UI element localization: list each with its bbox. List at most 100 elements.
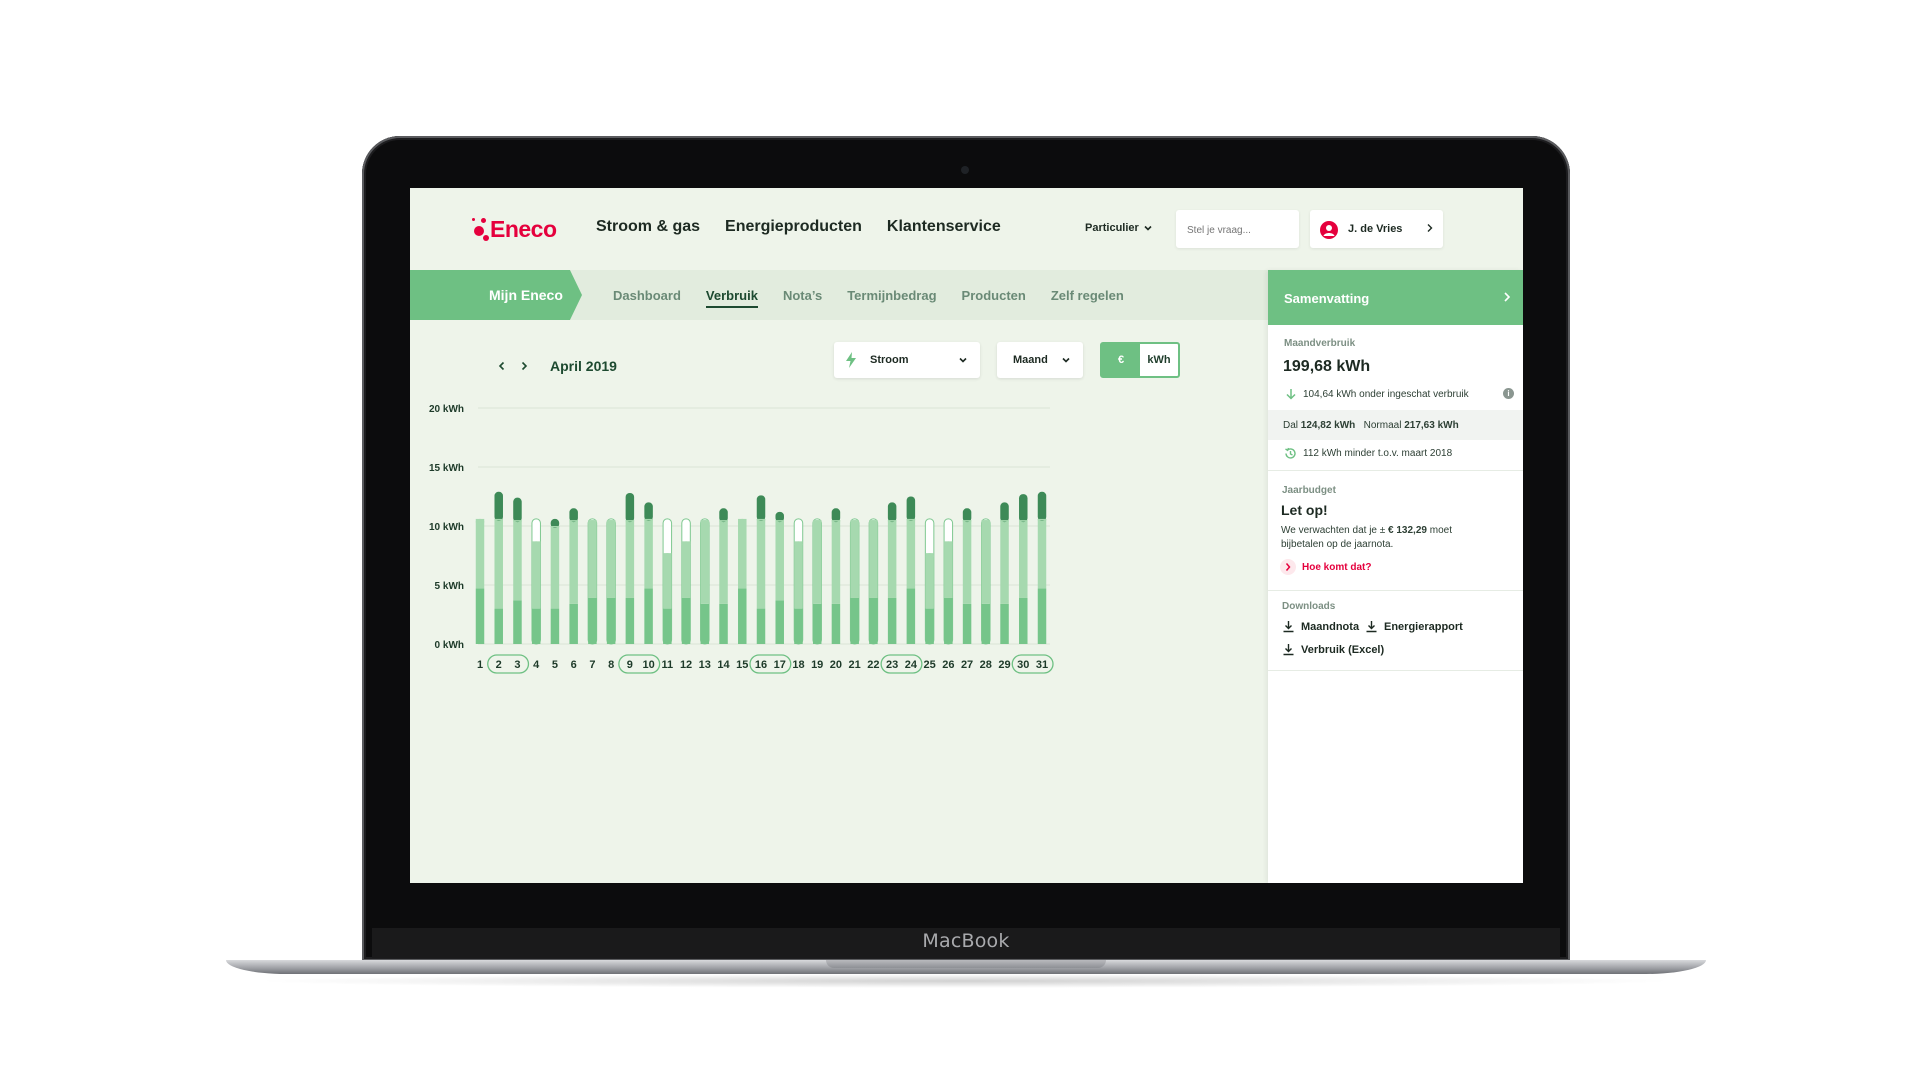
dal-normaal-text: Dal 124,82 kWh Normaal 217,63 kWh [1283, 420, 1459, 431]
summary-header[interactable]: Samenvatting [1268, 270, 1523, 325]
x-tick-label: 13 [699, 659, 711, 671]
download-label: Maandnota [1301, 620, 1360, 633]
tab-dashboard[interactable]: Dashboard [613, 288, 681, 308]
bar-segment-low [775, 600, 784, 644]
chevron-left-icon[interactable] [496, 360, 508, 372]
y-tick-label: 15 kWh [429, 463, 464, 474]
bar-joint [1000, 520, 1009, 522]
download-verbruik-excel[interactable]: Verbruik (Excel) [1282, 643, 1384, 656]
eneco-logo[interactable]: Eneco [472, 215, 557, 243]
laptop-notch [826, 960, 1106, 968]
bar-segment-mid [831, 520, 841, 604]
unit-euro-button[interactable]: € [1102, 344, 1140, 376]
main-nav: Stroom & gas Energieproducten Klantenser… [596, 218, 1001, 236]
normaal-value: 217,63 kWh [1404, 420, 1459, 431]
camera [961, 166, 969, 174]
bar-segment-top [1037, 491, 1047, 521]
budget-text-3: bijbetalen op de jaarnota. [1281, 539, 1394, 550]
x-tick-label: 28 [980, 659, 992, 671]
user-avatar-icon [1320, 221, 1338, 239]
x-tick-label: 21 [849, 659, 861, 671]
download-maandnota[interactable]: Maandnota [1282, 620, 1359, 633]
download-label: Verbruik (Excel) [1301, 643, 1385, 656]
y-tick-label: 20 kWh [429, 404, 464, 415]
bar-segment-mid [756, 518, 766, 609]
bar-segment-mid [1019, 520, 1028, 598]
bar-segment-top [1019, 494, 1028, 523]
x-tick-label: 27 [961, 659, 973, 671]
chevron-down-icon [959, 357, 967, 363]
bar-segment-low [588, 597, 597, 644]
x-tick-label: 30 [1017, 659, 1029, 671]
search-input[interactable] [1185, 224, 1299, 237]
tab-termijnbedrag[interactable]: Termijnbedrag [847, 288, 936, 308]
bar-segment-low [494, 608, 503, 644]
x-tick-label: 12 [680, 659, 692, 671]
x-tick-label: 24 [905, 659, 918, 671]
budget-amount: € 132,29 [1388, 525, 1427, 536]
bar-segment-low [719, 603, 728, 644]
mijn-eneco-tab[interactable]: Mijn Eneco [410, 270, 582, 320]
tab-producten[interactable]: Producten [962, 288, 1026, 308]
tab-zelf-regelen[interactable]: Zelf regelen [1051, 288, 1124, 308]
bar-segment-mid [738, 518, 747, 589]
user-menu-button[interactable]: J. de Vries [1310, 210, 1443, 248]
sub-nav-tabs: Dashboard Verbruik Nota’s Termijnbedrag … [613, 288, 1124, 308]
bar-joint [644, 518, 653, 521]
segment-selector[interactable]: Particulier [1085, 222, 1153, 234]
bar-segment-mid [625, 520, 635, 598]
bar-joint [1019, 520, 1028, 522]
bar-segment-low [869, 597, 878, 644]
tab-notas[interactable]: Nota’s [783, 288, 822, 308]
tab-verbruik[interactable]: Verbruik [705, 288, 758, 308]
energy-type-value: Stroom [870, 354, 909, 366]
chevron-down-icon [1062, 357, 1070, 363]
nav-stroom-gas[interactable]: Stroom & gas [596, 218, 700, 236]
nav-energieproducten[interactable]: Energieproducten [725, 218, 862, 236]
chevron-right-icon [1427, 224, 1433, 232]
x-tick-label: 20 [830, 659, 842, 671]
weekend-pill [487, 654, 530, 674]
bar-cap [981, 520, 991, 527]
bar-segment-mid [812, 520, 822, 604]
bar-segment-top [831, 508, 841, 523]
bar-joint [550, 526, 560, 528]
nav-klantenservice[interactable]: Klantenservice [887, 218, 1001, 236]
bar-segment-mid [663, 553, 672, 609]
bar-segment-mid [794, 541, 803, 609]
x-tick-label: 29 [998, 659, 1010, 671]
bar-segment-low [944, 597, 953, 644]
unit-kwh-button[interactable]: kWh [1140, 344, 1178, 376]
bar-segment-low [738, 588, 747, 644]
usage-bar-chart: 20 kWh15 kWh10 kWh5 kWh0 kWh1 2 3 4 5 6 7 8 9 10 1… [429, 404, 1054, 674]
search-box[interactable] [1176, 210, 1299, 248]
chevron-down-icon [1144, 225, 1152, 231]
info-icon[interactable]: i [1503, 388, 1514, 399]
period-select[interactable]: Maand [997, 342, 1083, 378]
bar-joint [756, 518, 766, 521]
bar-cap [850, 520, 859, 527]
divider [1268, 670, 1523, 671]
x-tick-label: 19 [811, 659, 823, 671]
download-icon [1283, 621, 1294, 633]
bar-segment-mid [1037, 518, 1047, 589]
x-tick-label: 4 [533, 659, 540, 671]
x-tick-label: 23 [886, 659, 898, 671]
x-tick-label: 14 [717, 659, 730, 671]
bar-segment-low [831, 603, 841, 644]
energy-type-select[interactable]: Stroom [834, 342, 980, 378]
chevron-right-icon[interactable] [518, 360, 530, 372]
bar-segment-low [625, 597, 635, 644]
bar-segment-low [756, 608, 766, 644]
bar-cap [738, 518, 747, 525]
bar-segment-low [700, 603, 710, 644]
bar-segment-mid [494, 518, 503, 609]
lightning-icon [846, 352, 856, 368]
bar-segment-top [494, 491, 503, 521]
y-tick-label: 0 kWh [435, 640, 464, 651]
summary-title: Samenvatting [1284, 291, 1370, 306]
x-tick-label: 15 [736, 659, 748, 671]
bar-segment-top [569, 508, 578, 523]
download-energierapport[interactable]: Energierapport [1365, 620, 1463, 633]
budget-link[interactable]: Hoe komt dat? [1302, 562, 1371, 573]
